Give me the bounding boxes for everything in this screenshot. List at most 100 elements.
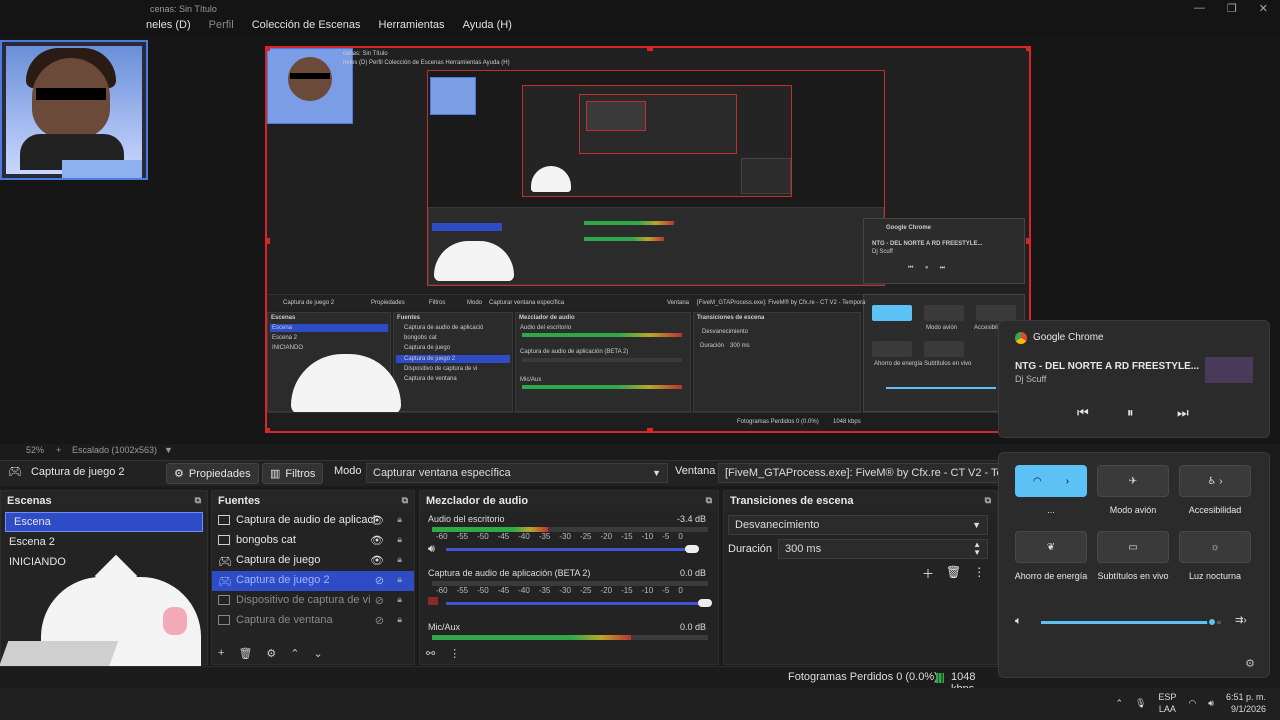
meter-tick: 0: [678, 532, 683, 541]
settings-gear-icon[interactable]: ⚙: [1245, 657, 1255, 670]
more-icon[interactable]: ⋮: [449, 647, 460, 660]
lock-icon[interactable]: 🔒︎: [397, 534, 402, 545]
source-item[interactable]: Captura de audio de aplicaci 👁︎ 🔒︎: [212, 511, 414, 531]
clock[interactable]: 6:51 p. m. 9/1/2026: [1226, 691, 1266, 715]
nested-media-popup: Google Chrome NTG - DEL NORTE A RD FREES…: [863, 218, 1025, 284]
eye-icon[interactable]: 👁︎: [370, 554, 384, 567]
menu-item-scenes[interactable]: neles (D): [146, 19, 191, 31]
scale-label[interactable]: Escalado (1002x563): [72, 445, 157, 455]
maximize-button[interactable]: ❐: [1227, 2, 1237, 15]
lock-icon[interactable]: 🔒︎: [397, 514, 402, 525]
live-captions-tile[interactable]: ▭: [1097, 531, 1169, 563]
meter-tick: -5: [662, 586, 670, 595]
spin-icon[interactable]: ▲ ▼: [973, 541, 981, 557]
close-button[interactable]: ✕: [1259, 2, 1268, 15]
zoom-plus[interactable]: +: [56, 445, 61, 455]
source-item[interactable]: 🎮︎ Captura de juego 👁︎ 🔒︎: [212, 551, 414, 571]
source-item[interactable]: Dispositivo de captura de vi ⊘ 🔒︎: [212, 591, 414, 611]
input-language[interactable]: ESP LAA: [1158, 691, 1176, 715]
eye-hidden-icon[interactable]: ⊘: [375, 574, 384, 587]
source-item[interactable]: bongobs cat 👁︎ 🔒︎: [212, 531, 414, 551]
eye-icon[interactable]: 👁︎: [370, 514, 384, 527]
volume-icon[interactable]: 🔈︎: [1015, 615, 1022, 628]
transition-select[interactable]: Desvanecimiento ▼: [728, 515, 988, 535]
menu-item-profile[interactable]: Perfil: [209, 19, 234, 31]
muted-speaker-icon[interactable]: [428, 597, 438, 605]
eye-hidden-icon[interactable]: ⊘: [375, 594, 384, 607]
menu-item-scene-collection[interactable]: Colección de Escenas: [252, 19, 361, 31]
meter-tick: -60: [436, 532, 448, 541]
scenes-dock: Escenas ⧉ Escena Escena 2 INICIANDO: [0, 490, 208, 687]
undock-icon[interactable]: ⧉: [402, 495, 408, 506]
source-toolbar: 🎮︎ Captura de juego 2 ⚙ Propiedades ▥ Fi…: [0, 460, 1000, 486]
level-meter: [432, 635, 708, 640]
audio-output-icon[interactable]: ⇉›: [1235, 615, 1247, 626]
trash-icon[interactable]: 🗑: [946, 565, 961, 582]
add-source-button[interactable]: +: [218, 647, 224, 660]
accessibility-tile[interactable]: ♿︎ ›: [1179, 465, 1251, 497]
nested-title: cenas: Sin Título: [343, 51, 388, 57]
source-item-selected[interactable]: 🎮︎ Captura de juego 2 ⊘ 🔒︎: [212, 571, 414, 591]
energy-saver-tile[interactable]: ❦: [1015, 531, 1087, 563]
meter-ticks: -60 -55 -50 -45 -40 -35 -30 -25 -20 -15 -10 -5 0: [436, 586, 683, 595]
meter-tick: -45: [497, 532, 510, 541]
next-track-button[interactable]: ⏭: [1177, 405, 1189, 421]
volume-slider[interactable]: [446, 545, 699, 553]
move-down-button[interactable]: ⌄: [314, 647, 323, 660]
subtitles-label: Subtítulos en vivo: [1097, 571, 1169, 581]
night-light-tile[interactable]: ☼: [1179, 531, 1251, 563]
window-select[interactable]: [FiveM_GTAProcess.exe]: FiveM® by Cfx.re…: [718, 463, 1000, 483]
eye-hidden-icon[interactable]: ⊘: [375, 614, 384, 627]
undock-icon[interactable]: ⧉: [706, 495, 712, 506]
chevron-down-icon[interactable]: ▼: [164, 445, 173, 455]
move-up-button[interactable]: ⌃: [290, 647, 299, 660]
mode-select[interactable]: Capturar ventana específica ▼: [366, 463, 668, 483]
undock-icon[interactable]: ⧉: [985, 495, 991, 506]
lock-icon[interactable]: 🔒︎: [397, 614, 402, 625]
speaker-icon[interactable]: 🔊︎: [428, 543, 435, 556]
scene-item-escena[interactable]: Escena: [5, 512, 203, 532]
minimize-button[interactable]: —: [1194, 2, 1205, 15]
sun-icon: ☼: [1210, 541, 1220, 553]
trash-icon[interactable]: 🗑: [238, 647, 252, 660]
speaker-icon[interactable]: 🔊︎: [1208, 698, 1214, 709]
pause-button[interactable]: ⏸: [1127, 405, 1134, 421]
game-capture-preview[interactable]: cenas: Sin Título neles (D) Perfil Colec…: [265, 46, 1031, 433]
add-transition-button[interactable]: ＋: [922, 565, 934, 582]
meter-tick: -60: [436, 586, 448, 595]
lock-icon[interactable]: 🔒︎: [397, 594, 402, 605]
meter-tick: -15: [621, 586, 633, 595]
wifi-tile[interactable]: ◠ ›: [1015, 465, 1087, 497]
meter-tick: -30: [559, 532, 571, 541]
filters-button[interactable]: ▥ Filtros: [262, 463, 324, 484]
source-settings-button[interactable]: ⚙: [266, 647, 276, 660]
media-artist: Dj Scuff: [1015, 374, 1047, 384]
scene-item-escena-2[interactable]: Escena 2: [1, 533, 207, 553]
lock-icon[interactable]: 🔒︎: [397, 574, 402, 585]
zoom-level[interactable]: 52%: [26, 445, 44, 455]
eye-icon[interactable]: 👁︎: [370, 534, 384, 547]
properties-button[interactable]: ⚙ Propiedades: [166, 463, 259, 484]
system-volume-slider[interactable]: [1041, 617, 1221, 627]
network-icon[interactable]: ◠: [1188, 698, 1196, 709]
chevron-right-icon[interactable]: ›: [1066, 476, 1069, 487]
channel-db: 0.0 dB: [679, 622, 706, 632]
menu-item-help[interactable]: Ayuda (H): [463, 19, 512, 31]
undock-icon[interactable]: ⧉: [195, 495, 201, 506]
nested-preview-3: [579, 94, 737, 154]
more-icon[interactable]: ⋮: [973, 565, 985, 582]
gamepad-icon: 🎮︎: [8, 466, 22, 478]
channel-name: Captura de audio de aplicación (BETA 2): [428, 568, 591, 578]
source-item[interactable]: Captura de ventana ⊘ 🔒︎: [212, 611, 414, 631]
chevron-up-icon[interactable]: ⌃: [1115, 698, 1123, 709]
meter-tick: -45: [497, 586, 510, 595]
previous-track-button[interactable]: ⏮: [1077, 405, 1089, 421]
duration-spinbox[interactable]: 300 ms ▲ ▼: [778, 539, 988, 559]
meter-tick: -30: [559, 586, 571, 595]
volume-slider[interactable]: [446, 599, 712, 607]
lock-icon[interactable]: 🔒︎: [397, 554, 402, 565]
link-icon[interactable]: ⚯: [426, 647, 435, 660]
airplane-tile[interactable]: ✈: [1097, 465, 1169, 497]
microphone-icon[interactable]: 🎙︎: [1135, 698, 1146, 709]
menu-item-tools[interactable]: Herramientas: [379, 19, 445, 31]
